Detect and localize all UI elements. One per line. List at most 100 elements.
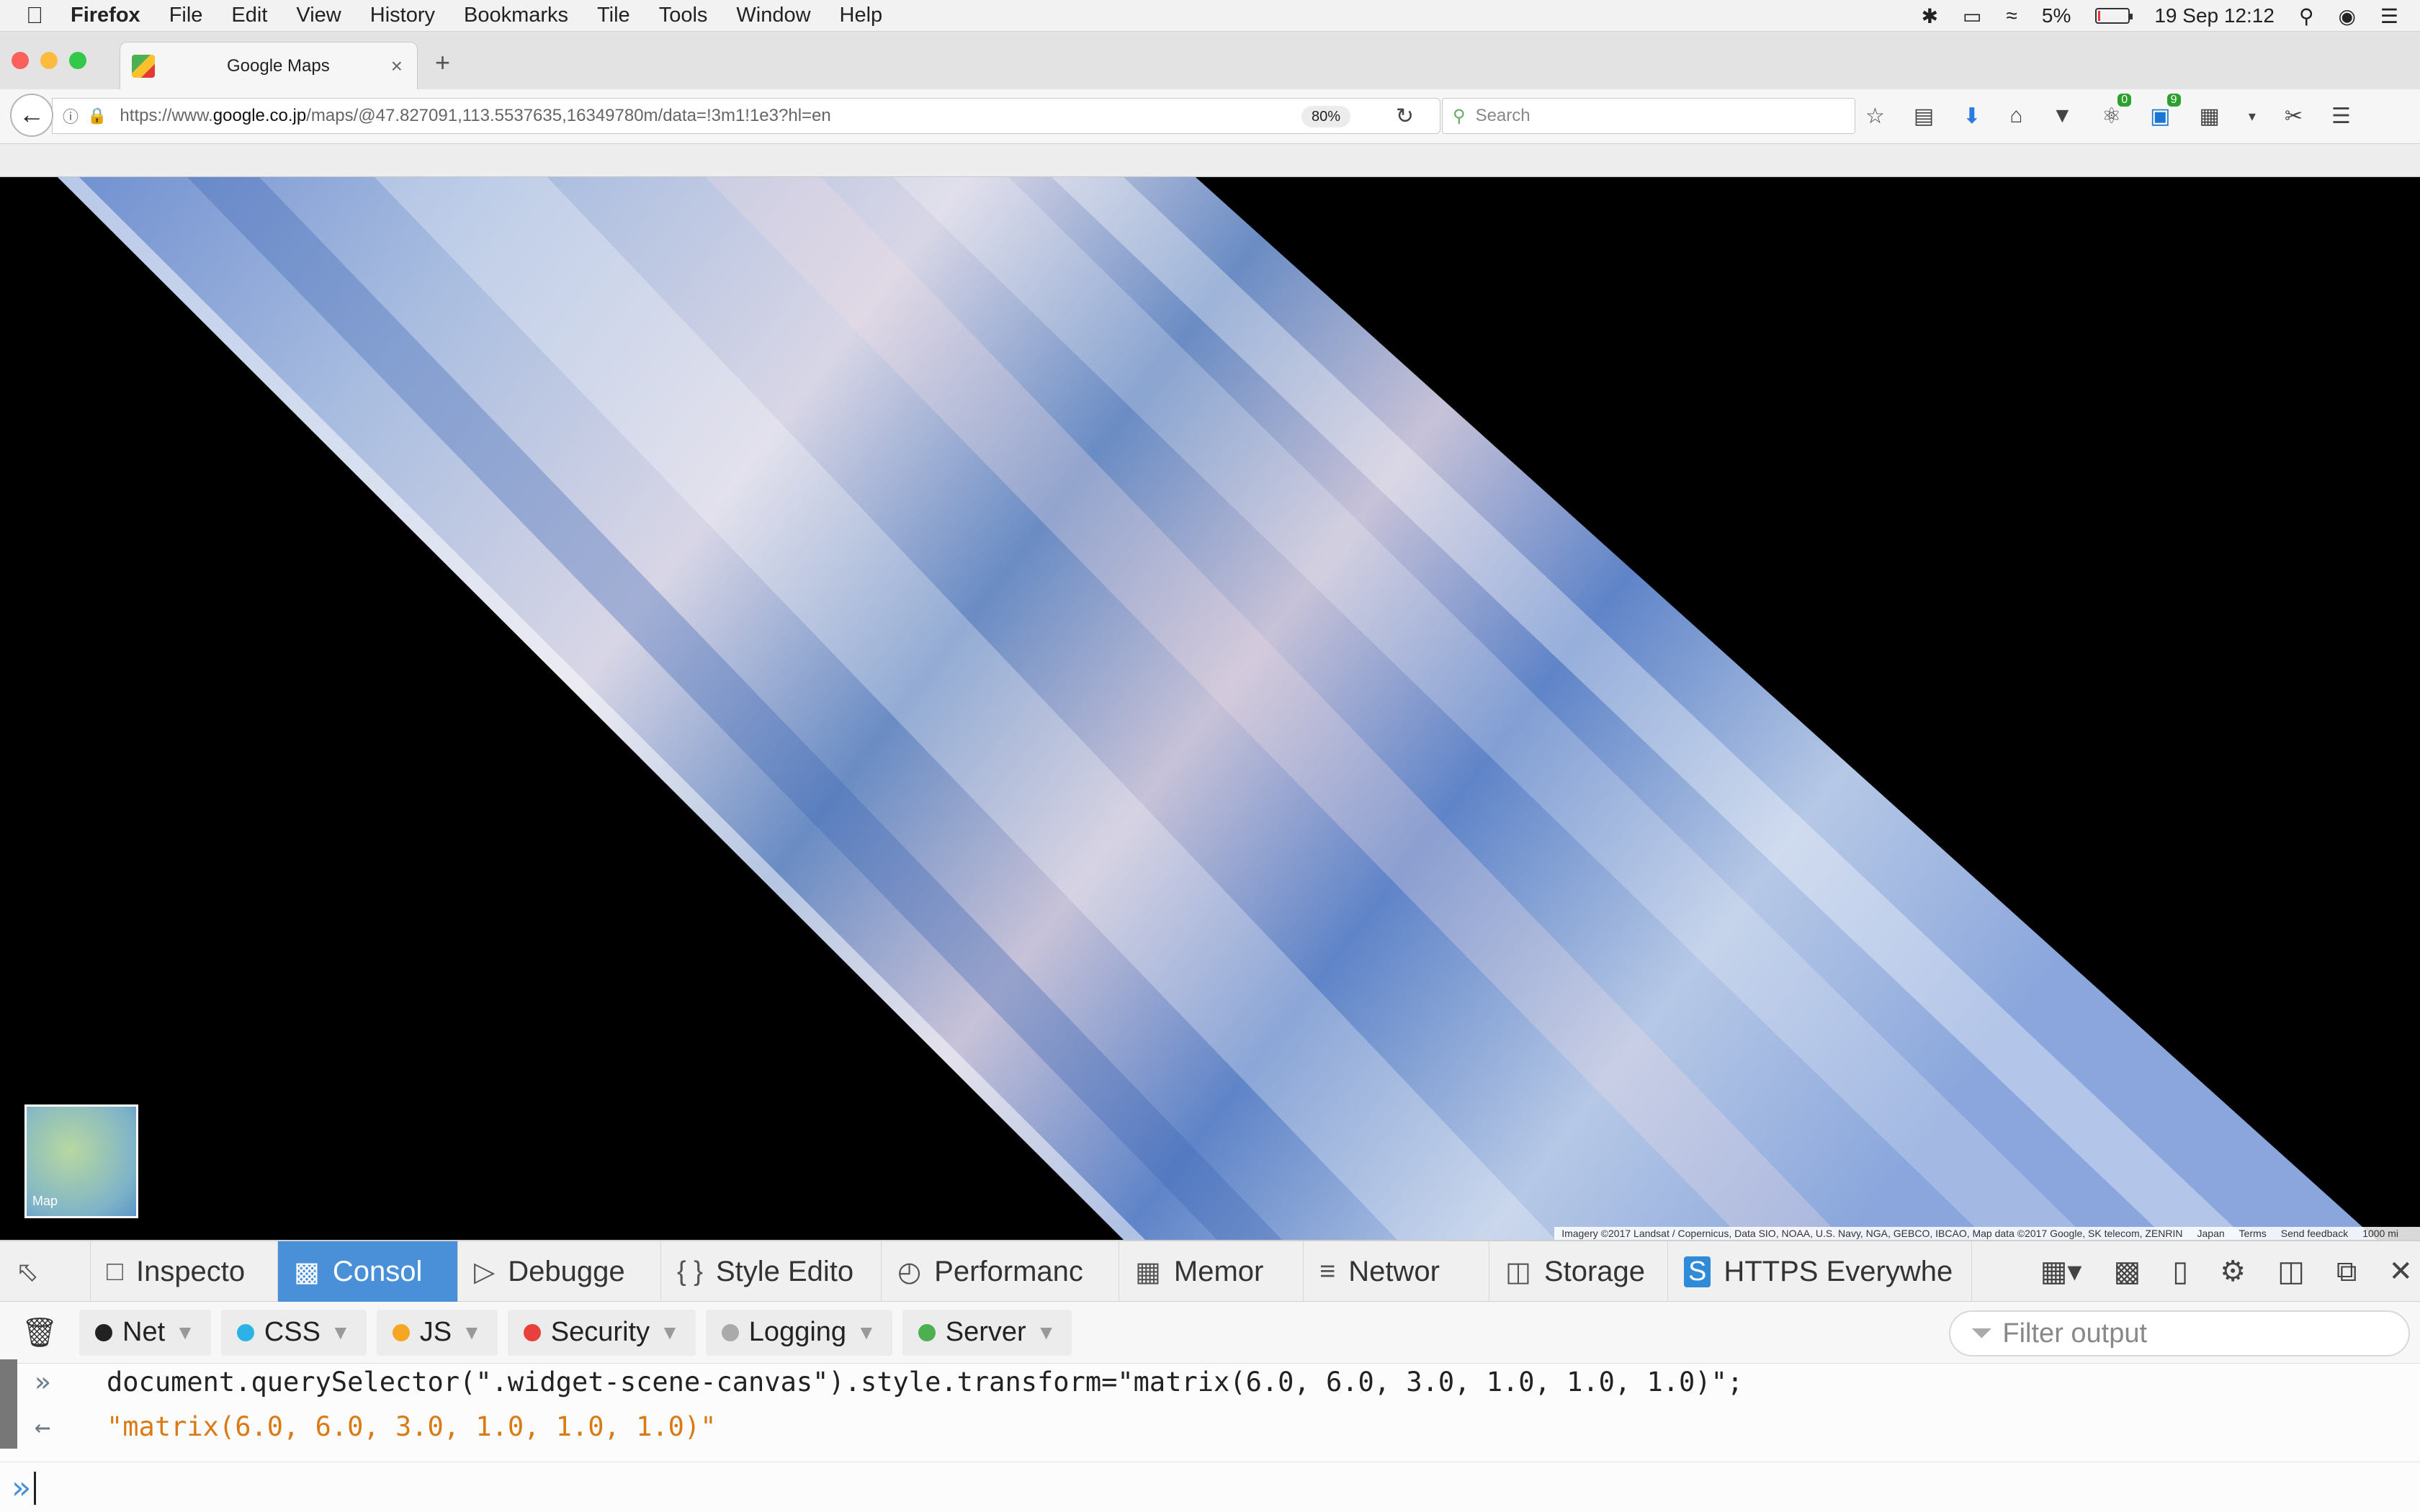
menu-edit[interactable]: Edit (231, 4, 267, 27)
reading-list-icon[interactable]: ▤ (1914, 104, 1934, 129)
chevron-down-icon[interactable]: ▼ (856, 1321, 877, 1344)
element-picker-button[interactable]: ⬁ (0, 1241, 91, 1302)
apple-icon[interactable]:  (26, 2, 58, 29)
tab-console[interactable]: ▩ Consol (278, 1241, 458, 1302)
siri-icon[interactable]: ◉ (2338, 4, 2355, 28)
send-feedback-link[interactable]: Send feedback (2281, 1228, 2348, 1239)
text-cursor (33, 1471, 36, 1505)
menu-file[interactable]: File (169, 4, 203, 27)
menu-window[interactable]: Window (736, 4, 810, 27)
window-minimize-button[interactable] (40, 52, 58, 69)
tab-google-maps[interactable]: Google Maps × (120, 42, 418, 89)
filter-css-button[interactable]: CSS ▼ (220, 1309, 367, 1356)
pocket-icon[interactable]: ▼ (2052, 104, 2074, 128)
filter-security-button[interactable]: Security ▼ (507, 1309, 696, 1356)
message-gutter (0, 1359, 17, 1404)
input-echo-text[interactable]: document.querySelector(".widget-scene-ca… (107, 1367, 1743, 1398)
home-icon[interactable]: ⌂ (2009, 104, 2022, 128)
clear-console-trash-icon[interactable]: 🗑 (0, 1315, 79, 1349)
responsive-design-icon[interactable]: ▯ (2172, 1255, 2188, 1288)
bluetooth-icon[interactable]: ✱ (1922, 4, 1938, 28)
extension-icon-1[interactable]: ⚛ 0 (2102, 93, 2132, 129)
chevron-down-icon[interactable]: ▼ (660, 1321, 680, 1344)
dock-options-icon[interactable]: ▦▾ (2040, 1255, 2082, 1288)
separate-window-icon[interactable]: ⧉ (2336, 1256, 2357, 1288)
tile-icon[interactable]: ▦ (2200, 104, 2220, 129)
chevron-down-icon[interactable]: ▼ (331, 1321, 351, 1344)
filter-label: CSS (264, 1317, 321, 1347)
downloads-icon[interactable]: ⬇ (1963, 104, 1981, 129)
reload-icon[interactable]: ↻ (1396, 104, 1414, 129)
extension-icon-2[interactable]: ▣ 9 (2150, 93, 2181, 129)
logging-dot-icon (721, 1323, 739, 1341)
style-editor-icon: { } (677, 1256, 703, 1287)
filter-output-input[interactable]: ⏷ Filter output (1949, 1310, 2410, 1356)
terms-link[interactable]: Terms (2239, 1228, 2267, 1239)
wifi-icon[interactable]: ≈ (2007, 4, 2017, 27)
console-icon: ▩ (294, 1256, 320, 1287)
tab-network[interactable]: ≡ Networ (1304, 1241, 1489, 1302)
tab-storage[interactable]: ◫ Storage (1489, 1241, 1668, 1302)
tab-style-editor[interactable]: { } Style Edito (661, 1241, 882, 1302)
map-type-toggle[interactable]: Map (24, 1104, 138, 1218)
search-icon: ⚲ (1453, 106, 1466, 126)
menu-tools[interactable]: Tools (659, 4, 708, 27)
tab-https-everywhere[interactable]: S HTTPS Everywhe (1668, 1241, 1972, 1302)
input-chevron-icon: » (35, 1366, 51, 1398)
menu-tile[interactable]: Tile (597, 4, 630, 27)
menu-bookmarks[interactable]: Bookmarks (464, 4, 568, 27)
spotlight-search-icon[interactable]: ⚲ (2299, 4, 2314, 28)
bookmark-star-icon[interactable]: ☆ (1865, 104, 1885, 129)
scale-label[interactable]: 1000 mi (2362, 1228, 2398, 1239)
hamburger-menu-icon[interactable]: ☰ (2331, 104, 2351, 129)
search-input[interactable]: ⚲ Search (1442, 98, 1855, 134)
battery-icon[interactable] (2095, 8, 2133, 24)
chevron-down-icon[interactable]: ▼ (462, 1321, 482, 1344)
result-text[interactable]: "matrix(6.0, 6.0, 3.0, 1.0, 1.0, 1.0)" (107, 1411, 716, 1442)
screenshot-icon[interactable]: ✂ (2285, 104, 2303, 129)
tab-label: Performanc (934, 1255, 1083, 1287)
new-tab-icon[interactable]: + (435, 48, 450, 78)
settings-gear-icon[interactable]: ⚙ (2220, 1255, 2246, 1288)
chevron-down-icon[interactable]: ▼ (175, 1321, 195, 1344)
region-link[interactable]: Japan (2197, 1228, 2225, 1239)
url-bar[interactable]: ⓘ 🔒 https://www.google.co.jp/maps/@47.82… (52, 98, 1440, 134)
filter-logging-button[interactable]: Logging ▼ (705, 1309, 892, 1356)
distorted-earth-imagery (58, 177, 2377, 1240)
performance-icon: ◴ (897, 1256, 922, 1287)
window-close-button[interactable] (12, 52, 29, 69)
info-icon[interactable]: ⓘ (63, 104, 79, 127)
tab-memory[interactable]: ▦ Memor (1119, 1241, 1304, 1302)
menu-help[interactable]: Help (840, 4, 883, 27)
back-button[interactable]: ← (10, 94, 53, 137)
clock[interactable]: 19 Sep 12:12 (2154, 4, 2275, 27)
window-zoom-button[interactable] (69, 52, 86, 69)
tab-inspector[interactable]: □ Inspecto (91, 1241, 278, 1302)
menu-view[interactable]: View (296, 4, 341, 27)
menu-history[interactable]: History (370, 4, 435, 27)
filter-server-button[interactable]: Server ▼ (902, 1309, 1072, 1356)
split-console-icon[interactable]: ▩ (2113, 1255, 2141, 1288)
tab-performance[interactable]: ◴ Performanc (882, 1241, 1119, 1302)
close-devtools-icon[interactable]: ✕ (2388, 1255, 2413, 1288)
console-filter-bar: 🗑 Net ▼ CSS ▼ JS ▼ Security ▼ Logging ▼ Serve… (0, 1302, 2420, 1364)
tab-close-icon[interactable]: × (391, 55, 403, 78)
url-text[interactable]: https://www.google.co.jp/maps/@47.827091… (120, 106, 830, 126)
google-maps-favicon-icon (132, 54, 155, 78)
filter-js-button[interactable]: JS ▼ (376, 1309, 498, 1356)
notification-center-icon[interactable]: ☰ (2380, 4, 2398, 28)
zoom-level-badge[interactable]: 80% (1301, 106, 1350, 127)
airplay-icon[interactable]: ▭ (1963, 4, 1981, 28)
dropdown-icon[interactable]: ▾ (2249, 107, 2256, 125)
console-input[interactable]: » (0, 1462, 2420, 1512)
filter-net-button[interactable]: Net ▼ (79, 1309, 211, 1356)
menu-app-name[interactable]: Firefox (71, 4, 140, 27)
tab-debugger[interactable]: ▷ Debugge (458, 1241, 661, 1302)
dock-side-icon[interactable]: ◫ (2277, 1255, 2305, 1288)
chevron-down-icon[interactable]: ▼ (1036, 1321, 1057, 1344)
console-result: ← "matrix(6.0, 6.0, 3.0, 1.0, 1.0, 1.0)" (0, 1404, 2420, 1449)
filter-label: Server (945, 1317, 1026, 1347)
toolbar-icons: ☆ ▤ ⬇ ⌂ ▼ ⚛ 0 ▣ 9 ▦ ▾ ✂ ☰ (1865, 93, 2351, 134)
lock-icon[interactable]: 🔒 (87, 107, 107, 125)
map-viewport[interactable]: Map Imagery ©2017 Landsat / Copernicus, … (0, 177, 2420, 1240)
